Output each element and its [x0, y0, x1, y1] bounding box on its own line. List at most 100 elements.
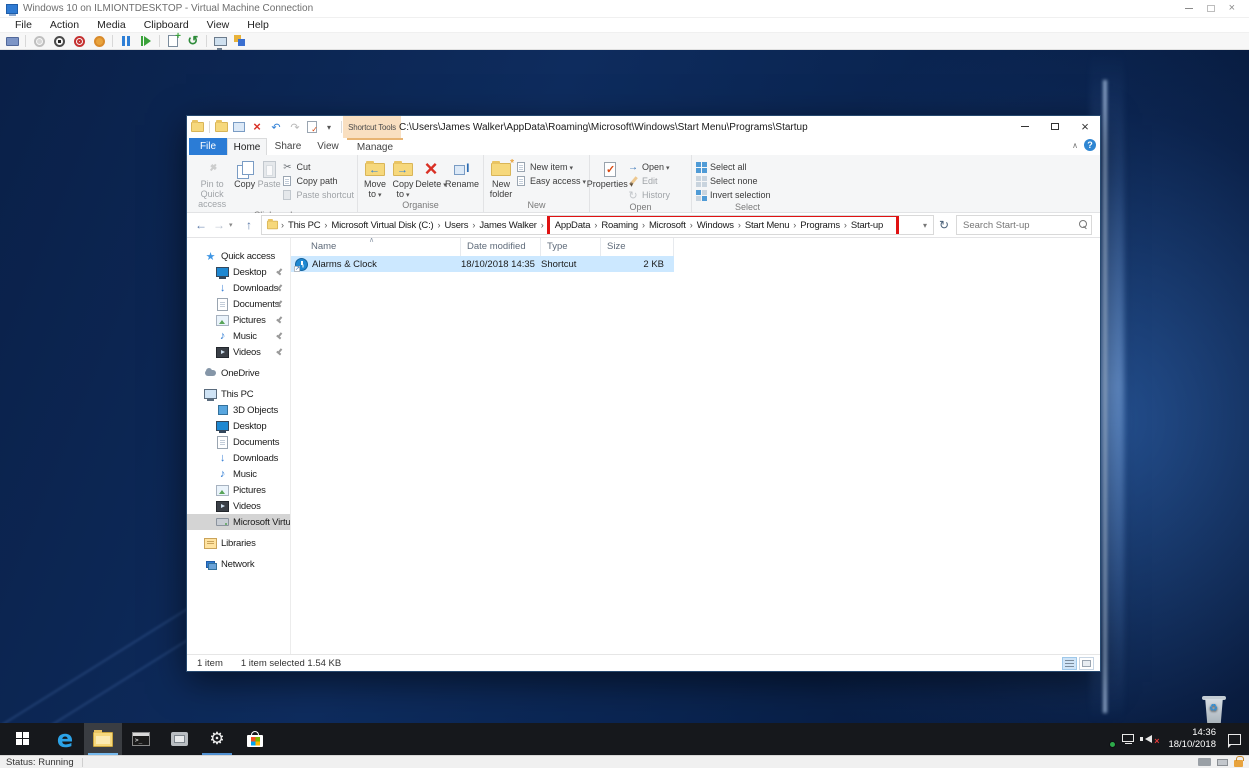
help-icon[interactable]: ? [1084, 139, 1096, 151]
details-view-button[interactable] [1062, 656, 1077, 670]
paste-shortcut-button[interactable]: Paste shortcut [281, 188, 354, 202]
file-row-alarms-clock[interactable]: Alarms & Clock 18/10/2018 14:35 Shortcut… [291, 256, 674, 272]
sidebar-item-documents[interactable]: Documents [187, 296, 290, 312]
breadcrumb-item[interactable]: Users [443, 218, 471, 233]
vm-enhanced-session-icon[interactable] [213, 34, 227, 48]
column-header-type[interactable]: Type [541, 238, 601, 256]
minimize-ribbon-icon[interactable] [1072, 140, 1078, 151]
sidebar-item-microsoft-virtual-disk[interactable]: Microsoft Virtual Di [187, 514, 290, 530]
column-header-date-modified[interactable]: Date modified [461, 238, 541, 256]
column-header-size[interactable]: Size [601, 238, 674, 256]
vm-pause-icon[interactable] [119, 34, 133, 48]
breadcrumb-item[interactable]: Microsoft [647, 218, 688, 233]
taskbar-settings-button[interactable] [198, 723, 236, 755]
taskbar-edge-button[interactable]: e [46, 723, 84, 755]
recycle-bin[interactable]: Recycle Bin [1186, 695, 1242, 723]
breadcrumb-item[interactable]: This PC [286, 218, 322, 233]
paste-button[interactable]: Paste [257, 156, 282, 190]
breadcrumb-item[interactable]: James Walker [477, 218, 538, 233]
taskbar-clock[interactable]: 14:36 18/10/2018 [1168, 727, 1216, 751]
new-item-button[interactable]: New item [515, 160, 586, 174]
vm-resume-icon[interactable] [139, 34, 153, 48]
sidebar-item-music-pc[interactable]: Music [187, 466, 290, 482]
vm-close-button[interactable]: × [1229, 3, 1235, 14]
sidebar-item-downloads[interactable]: Downloads [187, 280, 290, 296]
sidebar-item-pictures[interactable]: Pictures [187, 312, 290, 328]
sidebar-item-videos-pc[interactable]: Videos [187, 498, 290, 514]
up-button[interactable]: ↑ [241, 217, 257, 233]
explorer-close-button[interactable]: × [1070, 116, 1100, 137]
vm-menu-action[interactable]: Action [41, 18, 88, 32]
address-dropdown-icon[interactable] [923, 221, 931, 230]
qat-undo-icon[interactable] [269, 120, 283, 134]
ctrl-alt-del-icon[interactable] [5, 34, 19, 48]
sidebar-item-desktop-pc[interactable]: Desktop [187, 418, 290, 434]
sidebar-item-desktop[interactable]: Desktop [187, 264, 290, 280]
defender-icon[interactable] [1099, 732, 1117, 748]
search-input[interactable] [957, 216, 1091, 234]
vm-shut-down-icon[interactable] [72, 34, 86, 48]
recent-locations-icon[interactable]: ▾ [229, 221, 239, 229]
select-none-button[interactable]: Select none [695, 174, 771, 188]
pin-to-quick-access-button[interactable]: Pin to Quick access [192, 156, 232, 210]
back-button[interactable]: ← [193, 217, 209, 233]
search-box[interactable] [956, 215, 1092, 235]
forward-button[interactable]: → [211, 217, 227, 233]
tab-file[interactable]: File [189, 138, 227, 155]
thumbnails-view-button[interactable] [1079, 656, 1094, 670]
explorer-minimize-button[interactable] [1010, 116, 1040, 137]
copy-to-button[interactable]: Copy to [389, 156, 417, 200]
qat-new-folder-icon[interactable] [215, 120, 228, 132]
vm-turn-off-icon[interactable] [52, 34, 66, 48]
vm-menu-help[interactable]: Help [238, 18, 278, 32]
refresh-icon[interactable] [934, 215, 954, 235]
sidebar-item-pictures-pc[interactable]: Pictures [187, 482, 290, 498]
tab-manage[interactable]: Manage [347, 138, 403, 155]
sidebar-item-quick-access[interactable]: Quick access [187, 248, 290, 264]
sidebar-item-music[interactable]: Music [187, 328, 290, 344]
vm-minimize-button[interactable] [1184, 8, 1193, 9]
history-button[interactable]: History [627, 188, 670, 202]
vm-menu-view[interactable]: View [198, 18, 239, 32]
qat-rename-icon[interactable] [233, 122, 245, 132]
move-to-button[interactable]: Move to [361, 156, 389, 200]
breadcrumb-item[interactable]: Windows [695, 218, 736, 233]
rename-button[interactable]: Rename [445, 156, 479, 190]
qat-redo-icon[interactable] [288, 120, 302, 134]
vm-share-icon[interactable] [233, 34, 247, 48]
new-folder-button[interactable]: * New folder [487, 156, 515, 200]
volume-muted-icon[interactable]: × [1140, 732, 1159, 746]
vm-save-icon[interactable] [92, 34, 106, 48]
vm-start-icon[interactable] [32, 34, 46, 48]
copy-path-button[interactable]: Copy path [281, 174, 354, 188]
qat-properties-icon[interactable] [307, 121, 318, 134]
breadcrumb-item[interactable]: Roaming [599, 218, 640, 233]
breadcrumb-item[interactable]: Start-up [849, 218, 885, 233]
tab-share[interactable]: Share [267, 138, 309, 155]
breadcrumb-item[interactable]: Programs [798, 218, 842, 233]
explorer-titlebar[interactable]: Shortcut Tools C:\Users\James Walker\App… [187, 116, 1100, 138]
network-icon[interactable] [1122, 732, 1136, 746]
qat-delete-icon[interactable] [250, 120, 264, 134]
vm-checkpoint-icon[interactable] [166, 34, 180, 48]
tab-view[interactable]: View [309, 138, 347, 155]
sidebar-item-libraries[interactable]: Libraries [187, 535, 290, 551]
taskbar-store-button[interactable] [236, 723, 274, 755]
cut-button[interactable]: Cut [281, 160, 354, 174]
vm-menu-file[interactable]: File [6, 18, 41, 32]
qat-customize-icon[interactable] [322, 120, 336, 134]
sidebar-item-3d-objects[interactable]: 3D Objects [187, 402, 290, 418]
explorer-maximize-button[interactable] [1040, 116, 1070, 137]
sidebar-item-downloads-pc[interactable]: Downloads [187, 450, 290, 466]
breadcrumb-item[interactable]: Microsoft Virtual Disk (C:) [329, 218, 435, 233]
vm-menu-clipboard[interactable]: Clipboard [135, 18, 198, 32]
vm-revert-icon[interactable] [186, 34, 200, 48]
open-button[interactable]: Open [627, 160, 670, 174]
action-center-icon[interactable] [1228, 733, 1241, 748]
easy-access-button[interactable]: Easy access [515, 174, 586, 188]
column-header-name[interactable]: Name [291, 238, 461, 256]
properties-button[interactable]: Properties [587, 156, 633, 190]
sidebar-item-videos[interactable]: Videos [187, 344, 290, 360]
address-bar[interactable]: This PC Microsoft Virtual Disk (C:) User… [261, 215, 934, 235]
tab-home[interactable]: Home [227, 138, 267, 155]
